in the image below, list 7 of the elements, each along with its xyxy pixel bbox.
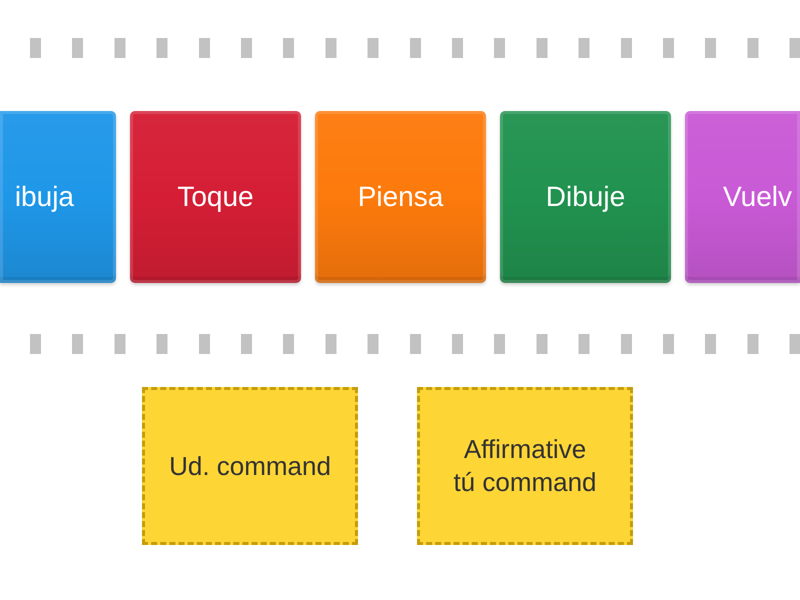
category-card[interactable]: Affirmative tú command — [417, 387, 633, 545]
word-card[interactable]: Toque — [130, 111, 301, 283]
word-card[interactable]: Dibuje — [500, 111, 671, 283]
category-card[interactable]: Ud. command — [142, 387, 358, 545]
word-card[interactable]: Piensa — [315, 111, 486, 283]
word-card[interactable]: ibuja — [0, 111, 116, 283]
word-card[interactable]: Vuelv — [685, 111, 800, 283]
